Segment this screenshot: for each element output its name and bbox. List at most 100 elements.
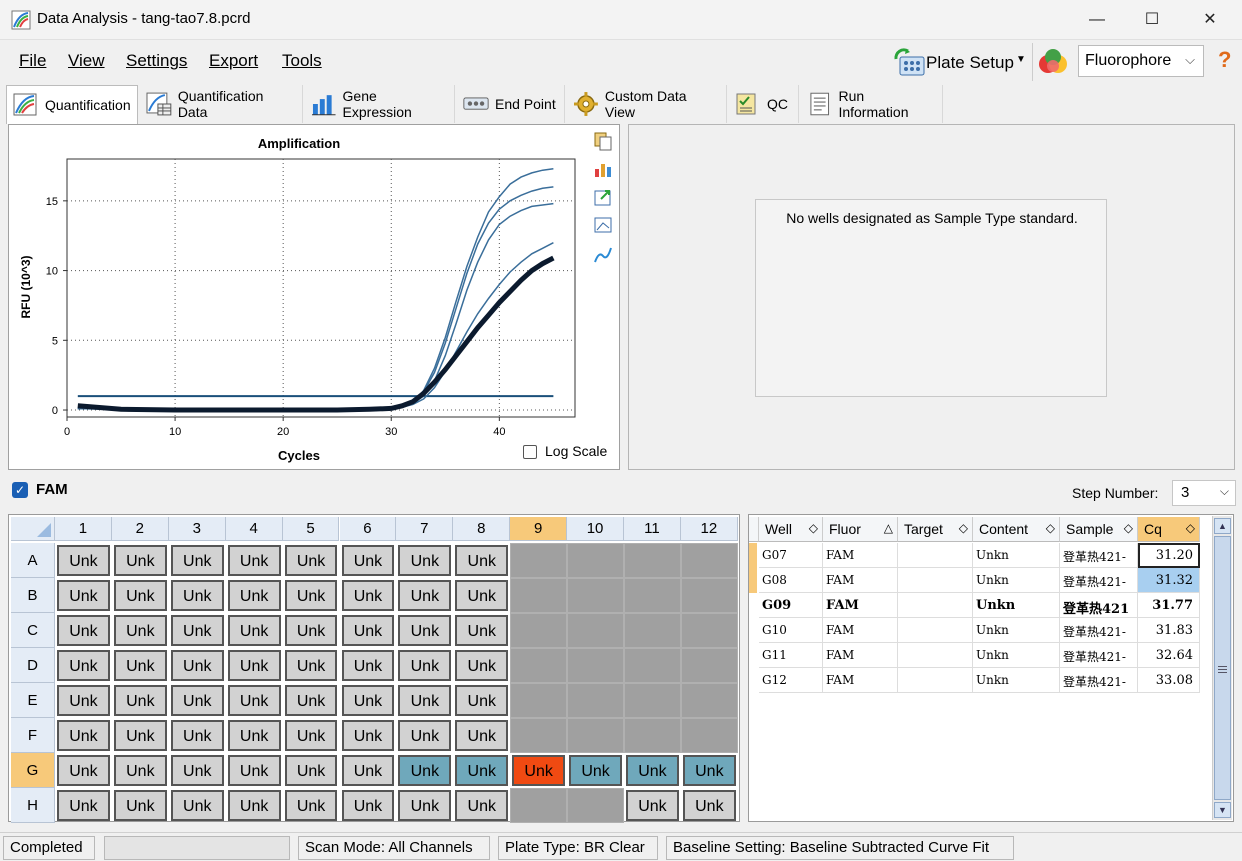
cell-content[interactable]: Unkn bbox=[973, 568, 1060, 593]
plate-well-B3[interactable]: Unk bbox=[170, 580, 224, 611]
column-header-fluor[interactable]: Fluor △ bbox=[823, 517, 898, 542]
plate-column-header[interactable]: 8 bbox=[453, 517, 511, 541]
plate-well-A1[interactable]: Unk bbox=[57, 545, 110, 576]
plate-well-H3[interactable]: Unk bbox=[170, 790, 224, 821]
plate-well-F6[interactable]: Unk bbox=[341, 720, 395, 751]
plate-well-H7[interactable]: Unk bbox=[398, 790, 452, 821]
cell-content[interactable]: Unkn bbox=[973, 668, 1060, 693]
column-header-target[interactable]: Target ◇ bbox=[898, 517, 973, 542]
plate-well-A2[interactable]: Unk bbox=[113, 545, 167, 576]
plate-well-A9[interactable] bbox=[510, 543, 568, 578]
copy-icon[interactable] bbox=[593, 131, 613, 151]
plate-well-C1[interactable]: Unk bbox=[57, 615, 110, 646]
cell-cq[interactable]: 33.08 bbox=[1138, 668, 1200, 693]
cell-fluor[interactable]: FAM bbox=[823, 618, 898, 643]
plate-well-G3[interactable]: Unk bbox=[170, 755, 224, 786]
cell-fluor[interactable]: FAM bbox=[823, 568, 898, 593]
plate-setup-button[interactable]: Plate Setup ▼ bbox=[888, 45, 1030, 79]
plate-well-H4[interactable]: Unk bbox=[227, 790, 281, 821]
table-row[interactable]: G08 FAM Unkn 登革热421- 31.32 bbox=[749, 568, 1201, 593]
plate-well-E1[interactable]: Unk bbox=[57, 685, 110, 716]
plate-well-F7[interactable]: Unk bbox=[398, 720, 452, 751]
column-header-cq[interactable]: Cq ◇ bbox=[1138, 517, 1200, 542]
cell-target[interactable] bbox=[898, 593, 973, 618]
cell-content[interactable]: Unkn bbox=[973, 643, 1060, 668]
tab-qc[interactable]: QC bbox=[729, 85, 799, 123]
plate-well-H5[interactable]: Unk bbox=[284, 790, 338, 821]
cell-well[interactable]: G09 bbox=[759, 593, 823, 618]
cell-fluor[interactable]: FAM bbox=[823, 668, 898, 693]
scroll-thumb[interactable] bbox=[1214, 536, 1231, 800]
plate-well-D5[interactable]: Unk bbox=[284, 650, 338, 681]
plate-well-E7[interactable]: Unk bbox=[398, 685, 452, 716]
cell-cq[interactable]: 32.64 bbox=[1138, 643, 1200, 668]
scroll-up-button[interactable]: ▲ bbox=[1214, 518, 1231, 534]
step-number-select[interactable]: 3 ⌵ bbox=[1172, 480, 1236, 506]
column-header-well[interactable]: Well ◇ bbox=[759, 517, 823, 542]
cell-cq[interactable]: 31.32 bbox=[1138, 568, 1200, 593]
plate-column-header[interactable]: 9 bbox=[510, 517, 568, 541]
plate-well-G5[interactable]: Unk bbox=[284, 755, 338, 786]
cell-well[interactable]: G10 bbox=[759, 618, 823, 643]
cell-sample[interactable]: 登革热421- bbox=[1060, 668, 1138, 693]
cell-fluor[interactable]: FAM bbox=[823, 643, 898, 668]
tab-quantification[interactable]: Quantification bbox=[6, 85, 138, 124]
plate-well-H1[interactable]: Unk bbox=[57, 790, 110, 821]
scroll-down-button[interactable]: ▼ bbox=[1214, 802, 1231, 818]
plate-well-C2[interactable]: Unk bbox=[113, 615, 167, 646]
menu-view[interactable]: View bbox=[68, 51, 105, 71]
plate-well-D1[interactable]: Unk bbox=[57, 650, 110, 681]
help-icon[interactable]: ? bbox=[1218, 47, 1231, 73]
fam-checkbox[interactable]: ✓ bbox=[12, 482, 28, 498]
table-row[interactable]: G11 FAM Unkn 登革热421- 32.64 bbox=[749, 643, 1201, 668]
plate-well-G8[interactable]: Unk bbox=[455, 755, 509, 786]
table-row[interactable]: G12 FAM Unkn 登革热421- 33.08 bbox=[749, 668, 1201, 693]
plate-well-C7[interactable]: Unk bbox=[398, 615, 452, 646]
cell-cq[interactable]: 31.83 bbox=[1138, 618, 1200, 643]
plate-well-E5[interactable]: Unk bbox=[284, 685, 338, 716]
plate-well-B11[interactable] bbox=[624, 578, 681, 613]
plate-row-header[interactable]: A bbox=[11, 543, 55, 578]
plate-column-header[interactable]: 3 bbox=[168, 517, 226, 541]
plate-row-header[interactable]: H bbox=[11, 788, 55, 823]
plate-well-F3[interactable]: Unk bbox=[170, 720, 224, 751]
plate-column-header[interactable]: 1 bbox=[55, 517, 112, 541]
plate-well-F8[interactable]: Unk bbox=[455, 720, 509, 751]
plate-well-G1[interactable]: Unk bbox=[57, 755, 110, 786]
table-row[interactable]: G07 FAM Unkn 登革热421- 31.20 bbox=[749, 543, 1201, 568]
plate-well-G10[interactable]: Unk bbox=[569, 755, 622, 786]
cell-sample[interactable]: 登革热421- bbox=[1060, 643, 1138, 668]
plate-well-D9[interactable] bbox=[510, 648, 568, 683]
plate-column-header[interactable]: 10 bbox=[567, 517, 624, 541]
plate-well-B2[interactable]: Unk bbox=[113, 580, 167, 611]
cell-sample[interactable]: 登革热421- bbox=[1060, 568, 1138, 593]
plate-well-C3[interactable]: Unk bbox=[170, 615, 224, 646]
cell-target[interactable] bbox=[898, 618, 973, 643]
cell-cq[interactable]: 31.77 bbox=[1138, 593, 1200, 618]
menu-file[interactable]: File bbox=[19, 51, 46, 71]
plate-well-D11[interactable] bbox=[624, 648, 681, 683]
cell-content[interactable]: Unkn bbox=[973, 618, 1060, 643]
export-chart-icon[interactable] bbox=[593, 187, 613, 207]
cell-well[interactable]: G07 bbox=[759, 543, 823, 568]
plate-well-H8[interactable]: Unk bbox=[455, 790, 509, 821]
plate-well-A5[interactable]: Unk bbox=[284, 545, 338, 576]
column-header-sample[interactable]: Sample ◇ bbox=[1060, 517, 1138, 542]
cell-sample[interactable]: 登革热421- bbox=[1060, 543, 1138, 568]
plate-well-D7[interactable]: Unk bbox=[398, 650, 452, 681]
plate-well-E3[interactable]: Unk bbox=[170, 685, 224, 716]
plate-well-C4[interactable]: Unk bbox=[227, 615, 281, 646]
plate-column-header[interactable]: 12 bbox=[680, 517, 738, 541]
plate-well-H6[interactable]: Unk bbox=[341, 790, 395, 821]
plate-well-E10[interactable] bbox=[567, 683, 624, 718]
plate-well-F10[interactable] bbox=[567, 718, 624, 753]
plate-well-G12[interactable]: Unk bbox=[682, 755, 736, 786]
plate-column-header[interactable]: 5 bbox=[282, 517, 340, 541]
cell-well[interactable]: G12 bbox=[759, 668, 823, 693]
plate-column-header[interactable]: 4 bbox=[225, 517, 283, 541]
minimize-button[interactable]: — bbox=[1074, 0, 1120, 40]
zoom-chart-icon[interactable] bbox=[593, 215, 613, 235]
cell-target[interactable] bbox=[898, 568, 973, 593]
plate-well-H10[interactable] bbox=[567, 788, 624, 823]
column-header-content[interactable]: Content ◇ bbox=[973, 517, 1060, 542]
